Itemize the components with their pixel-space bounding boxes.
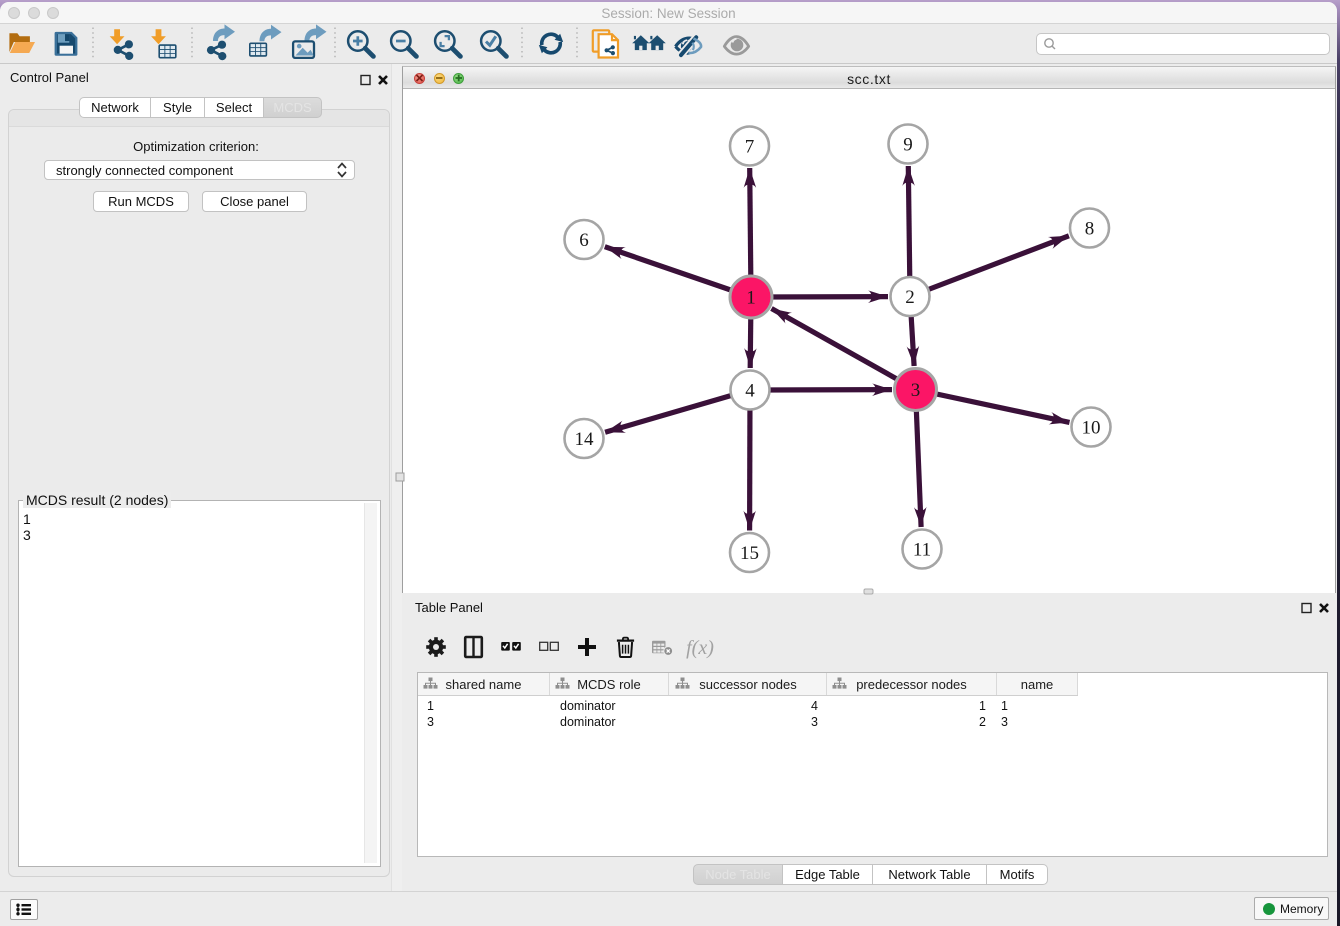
svg-text:14: 14 bbox=[575, 429, 595, 450]
svg-text:10: 10 bbox=[1082, 418, 1101, 439]
svg-text:3: 3 bbox=[911, 380, 921, 401]
svg-text:4: 4 bbox=[745, 381, 755, 402]
svg-text:2: 2 bbox=[905, 287, 915, 308]
svg-text:15: 15 bbox=[740, 543, 759, 564]
svg-text:11: 11 bbox=[913, 540, 931, 561]
svg-text:9: 9 bbox=[903, 135, 913, 156]
svg-text:6: 6 bbox=[579, 230, 589, 251]
svg-text:1: 1 bbox=[746, 288, 756, 309]
svg-text:f(x): f(x) bbox=[686, 637, 714, 659]
svg-text:7: 7 bbox=[745, 137, 755, 158]
svg-text:8: 8 bbox=[1085, 219, 1095, 240]
